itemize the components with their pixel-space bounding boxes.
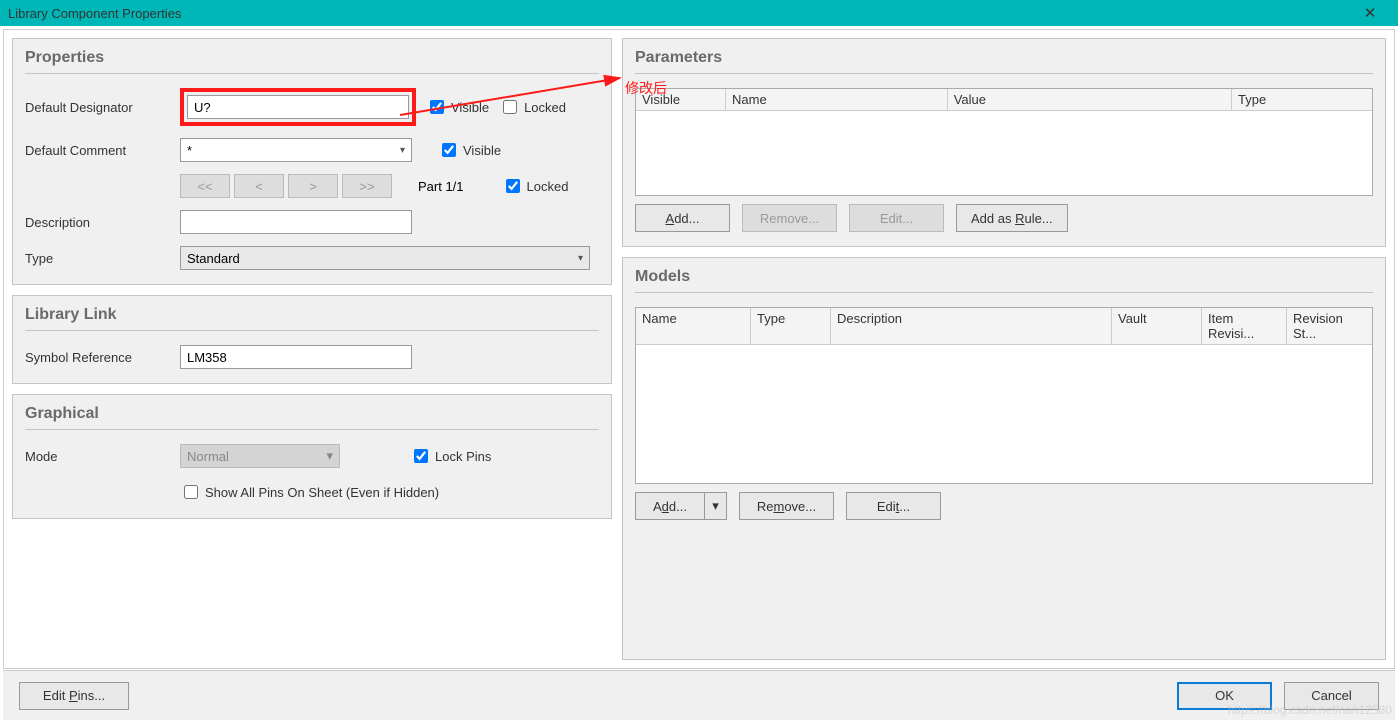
mode-label: Mode [25,449,180,464]
designator-visible-checkbox[interactable]: Visible [426,97,489,117]
type-label: Type [25,251,180,266]
part-locked-checkbox[interactable]: Locked [502,176,569,196]
type-select[interactable]: Standard ▾ [180,246,590,270]
param-addrule-button[interactable]: Add as Rule... [956,204,1068,232]
mcol-revst[interactable]: Revision St... [1287,308,1372,344]
library-link-title: Library Link [25,306,599,331]
model-add-splitbutton: Add... ▾ [635,492,727,520]
watermark: https://blog.csdn.net/nan12580 [1228,703,1392,717]
col-type[interactable]: Type [1232,89,1372,110]
description-label: Description [25,215,180,230]
param-remove-button[interactable]: Remove... [742,204,837,232]
chevron-down-icon: ▾ [400,145,405,156]
left-column: Properties Default Designator Visible Lo… [12,38,612,660]
designator-input[interactable] [187,95,409,119]
mcol-name[interactable]: Name [636,308,751,344]
type-value: Standard [187,251,240,266]
graphical-panel: Graphical Mode Normal ▾ Lock Pins [12,394,612,519]
lockpins-check[interactable] [414,449,428,463]
designator-locked-check[interactable] [503,100,517,114]
library-link-panel: Library Link Symbol Reference [12,295,612,384]
chevron-down-icon: ▾ [712,498,719,513]
designator-label: Default Designator [25,100,180,115]
mcol-type[interactable]: Type [751,308,831,344]
graphical-title: Graphical [25,405,599,430]
description-input[interactable] [180,210,412,234]
lockpins-checkbox[interactable]: Lock Pins [410,446,491,466]
part-prev-button[interactable]: < [234,174,284,198]
window-title: Library Component Properties [8,6,1350,21]
models-title: Models [635,268,1373,293]
part-first-button[interactable]: << [180,174,230,198]
part-last-button[interactable]: >> [342,174,392,198]
model-remove-button[interactable]: Remove... [739,492,834,520]
chevron-down-icon: ▾ [578,253,583,264]
right-column: Parameters Visible Name Value Type Add..… [622,38,1386,660]
part-locked-check[interactable] [506,179,520,193]
model-edit-button[interactable]: Edit... [846,492,941,520]
designator-highlight [180,88,416,126]
param-add-button[interactable]: Add... [635,204,730,232]
comment-value: * [187,143,192,158]
mcol-itemrev[interactable]: Item Revisi... [1202,308,1287,344]
editpins-button[interactable]: Edit Pins... [19,682,129,710]
comment-combo[interactable]: * ▾ [180,138,412,162]
showallpins-checkbox[interactable]: Show All Pins On Sheet (Even if Hidden) [180,482,439,502]
parameters-panel: Parameters Visible Name Value Type Add..… [622,38,1386,247]
symref-label: Symbol Reference [25,350,180,365]
mcol-description[interactable]: Description [831,308,1112,344]
models-buttons: Add... ▾ Remove... Edit... [635,492,1373,520]
parameters-grid[interactable]: Visible Name Value Type [635,88,1373,196]
mcol-vault[interactable]: Vault [1112,308,1202,344]
annotation-text: 修改后 [625,78,667,98]
models-grid-body[interactable] [636,345,1372,483]
comment-visible-checkbox[interactable]: Visible [438,140,501,160]
designator-locked-checkbox[interactable]: Locked [499,97,566,117]
properties-title: Properties [25,49,599,74]
parameters-grid-body[interactable] [636,111,1372,195]
comment-label: Default Comment [25,143,180,158]
chevron-down-icon: ▾ [326,448,333,464]
comment-visible-check[interactable] [442,143,456,157]
part-nav: << < > >> [180,174,392,198]
param-edit-button[interactable]: Edit... [849,204,944,232]
showallpins-check[interactable] [184,485,198,499]
dialog-body: Properties Default Designator Visible Lo… [3,29,1395,669]
symref-input[interactable] [180,345,412,369]
parameters-grid-header: Visible Name Value Type [636,89,1372,111]
part-next-button[interactable]: > [288,174,338,198]
mode-select: Normal ▾ [180,444,340,468]
mode-value: Normal [187,449,229,464]
col-value[interactable]: Value [948,89,1232,110]
designator-visible-check[interactable] [430,100,444,114]
properties-panel: Properties Default Designator Visible Lo… [12,38,612,285]
model-add-dropdown[interactable]: ▾ [705,492,727,520]
part-indicator: Part 1/1 [418,179,464,194]
models-grid[interactable]: Name Type Description Vault Item Revisi.… [635,307,1373,484]
title-bar: Library Component Properties ✕ [0,0,1398,26]
model-add-button[interactable]: Add... [635,492,705,520]
dialog-footer: Edit Pins... OK Cancel [3,670,1395,720]
close-icon[interactable]: ✕ [1350,4,1390,22]
parameters-buttons: Add... Remove... Edit... Add as Rule... [635,204,1373,232]
models-grid-header: Name Type Description Vault Item Revisi.… [636,308,1372,345]
models-panel: Models Name Type Description Vault Item … [622,257,1386,660]
col-name[interactable]: Name [726,89,948,110]
parameters-title: Parameters [635,49,1373,74]
